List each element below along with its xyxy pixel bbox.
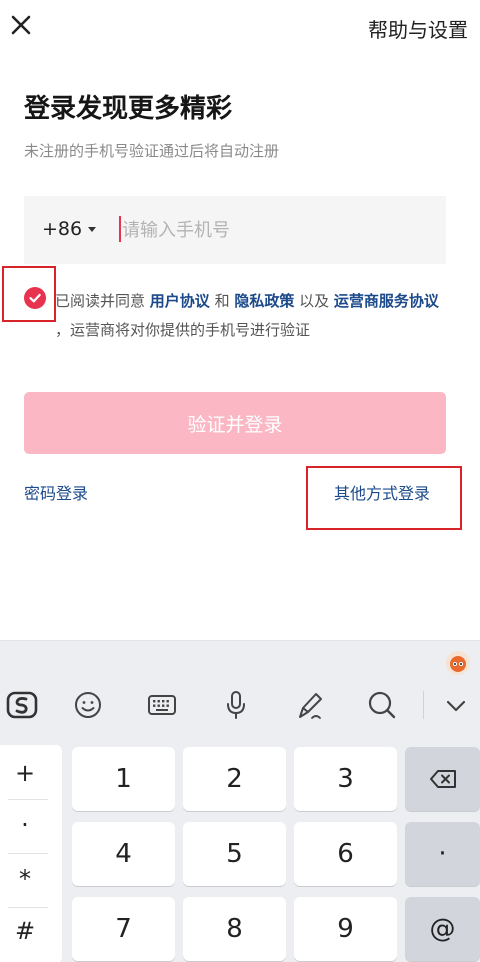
user-agreement-link[interactable]: 用户协议 xyxy=(150,292,210,310)
privacy-policy-link[interactable]: 隐私政策 xyxy=(234,292,294,310)
agreement-and: 和 xyxy=(209,292,235,310)
voice-input-button[interactable] xyxy=(218,687,254,723)
carrier-agreement-link[interactable]: 运营商服务协议 xyxy=(334,292,439,310)
agreement-text: 已阅读并同意 用户协议 和 隐私政策 以及 运营商服务协议 ，运营商将对你提供的… xyxy=(55,287,440,345)
check-icon xyxy=(29,293,41,303)
text-cursor xyxy=(119,216,121,242)
phone-input-box: +86 xyxy=(24,196,446,264)
key-6[interactable]: 6 xyxy=(294,822,397,886)
key-7[interactable]: 7 xyxy=(72,897,175,961)
collapse-keyboard-button[interactable] xyxy=(438,687,474,723)
symbol-divider xyxy=(8,853,48,854)
phone-input[interactable] xyxy=(122,212,422,248)
symbol-plus-key[interactable]: + xyxy=(0,759,50,787)
microphone-icon xyxy=(227,691,245,719)
key-at[interactable]: @ xyxy=(405,897,480,961)
handwriting-icon xyxy=(299,693,322,719)
page-subtitle: 未注册的手机号验证通过后将自动注册 xyxy=(24,142,280,160)
keyboard-toolbar xyxy=(0,641,480,733)
backspace-icon xyxy=(429,770,456,788)
keyboard-switch-button[interactable] xyxy=(144,687,180,723)
mascot-icon xyxy=(450,656,466,672)
symbol-divider xyxy=(8,907,48,908)
agreement-suffix: ，运营商将对你提供的手机号进行验证 xyxy=(55,321,311,339)
key-2[interactable]: 2 xyxy=(183,747,286,811)
verify-login-button[interactable]: 验证并登录 xyxy=(24,392,446,454)
keyboard-skin-icon[interactable] xyxy=(446,651,470,675)
caret-down-icon xyxy=(88,226,97,232)
key-1[interactable]: 1 xyxy=(72,747,175,811)
highlight-box-other-login xyxy=(306,466,462,530)
backspace-key[interactable] xyxy=(405,747,480,811)
agreement-also: 以及 xyxy=(294,292,334,310)
country-code: +86 xyxy=(42,218,83,240)
search-icon xyxy=(368,691,396,719)
symbol-star-key[interactable]: * xyxy=(0,865,50,893)
top-bar: 帮助与设置 xyxy=(0,0,480,56)
key-9[interactable]: 9 xyxy=(294,897,397,961)
symbol-divider xyxy=(8,799,48,800)
sogou-button[interactable] xyxy=(4,687,40,723)
sogou-icon xyxy=(6,691,38,719)
keyboard-icon xyxy=(148,695,176,715)
key-4[interactable]: 4 xyxy=(72,822,175,886)
symbol-hash-key[interactable]: # xyxy=(0,917,50,945)
key-dot[interactable]: · xyxy=(405,822,480,886)
symbol-column: + · * # xyxy=(0,745,62,962)
agree-checkbox[interactable] xyxy=(24,287,46,309)
search-button[interactable] xyxy=(364,687,400,723)
chevron-down-icon xyxy=(446,700,466,712)
handwriting-button[interactable] xyxy=(292,687,328,723)
key-3[interactable]: 3 xyxy=(294,747,397,811)
country-code-selector[interactable]: +86 xyxy=(42,218,97,240)
close-button[interactable] xyxy=(6,10,36,40)
emoji-icon xyxy=(75,692,101,718)
page-title: 登录发现更多精彩 xyxy=(24,94,233,124)
close-icon xyxy=(11,15,31,35)
keyboard: + · * # 1 2 3 4 5 6 · 7 8 9 @ xyxy=(0,640,480,962)
symbol-dot-key[interactable]: · xyxy=(0,811,50,839)
key-8[interactable]: 8 xyxy=(183,897,286,961)
help-settings-link[interactable]: 帮助与设置 xyxy=(368,14,468,43)
toolbar-divider xyxy=(423,691,424,719)
agreement-prefix: 已阅读并同意 xyxy=(55,292,150,310)
password-login-link[interactable]: 密码登录 xyxy=(24,480,88,504)
emoji-button[interactable] xyxy=(70,687,106,723)
key-5[interactable]: 5 xyxy=(183,822,286,886)
